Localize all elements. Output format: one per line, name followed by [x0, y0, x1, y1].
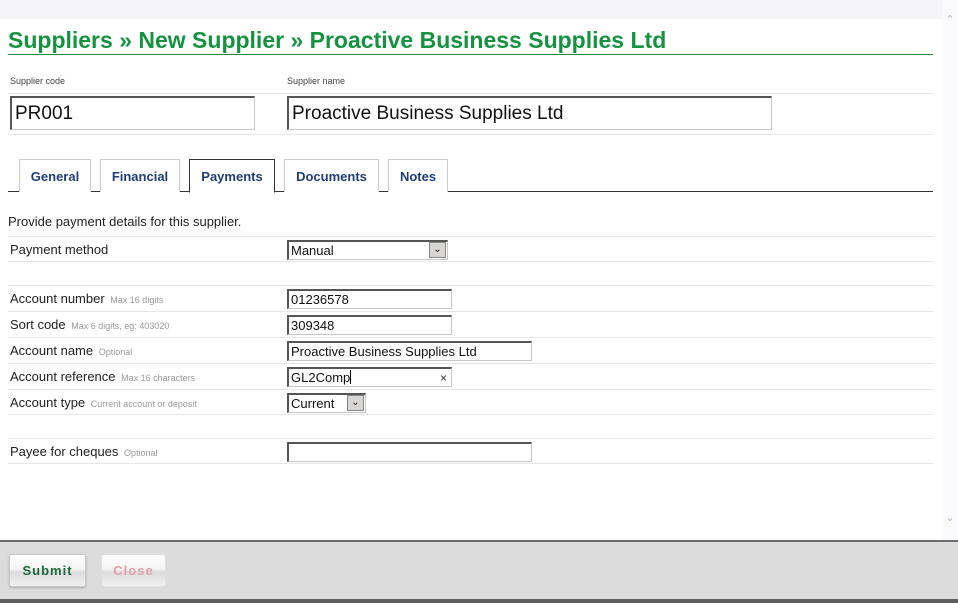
footer-bar: Submit Close: [0, 540, 958, 603]
account-type-row: Account type Current account or deposit …: [8, 389, 933, 415]
account-reference-label-group: Account reference Max 16 characters: [10, 369, 195, 384]
account-type-value: Current: [291, 396, 335, 411]
account-name-row: Account name Optional: [8, 337, 933, 363]
payment-method-label: Payment method: [10, 242, 109, 257]
tab-financial[interactable]: Financial: [100, 159, 180, 192]
vertical-scrollbar[interactable]: ⌃ ⌄: [942, 0, 958, 540]
sort-code-label: Sort code: [10, 317, 66, 332]
account-reference-input[interactable]: GL2Comp ×: [287, 367, 452, 387]
close-button[interactable]: Close: [101, 554, 166, 587]
supplier-code-label: Supplier code: [10, 76, 66, 86]
text-caret: [350, 370, 352, 384]
account-type-select[interactable]: Current ⌄: [287, 393, 366, 413]
tab-general[interactable]: General: [19, 159, 91, 192]
supplier-name-input[interactable]: [287, 96, 772, 130]
payee-label-group: Payee for cheques Optional: [10, 444, 158, 459]
payment-method-row: Payment method Manual ⌄: [8, 236, 933, 262]
account-number-input[interactable]: [287, 289, 452, 309]
tab-payments[interactable]: Payments: [189, 159, 275, 193]
account-name-hint: Optional: [98, 347, 133, 357]
payment-method-value: Manual: [291, 243, 334, 258]
divider: [8, 93, 933, 94]
sort-code-hint: Max 6 digits, eg: 403020: [71, 321, 170, 331]
clear-icon[interactable]: ×: [440, 370, 447, 386]
payee-row: Payee for cheques Optional: [8, 438, 933, 464]
payee-hint: Optional: [124, 448, 158, 458]
account-name-label-group: Account name Optional: [10, 343, 132, 358]
submit-button[interactable]: Submit: [9, 554, 86, 587]
account-type-label: Account type: [10, 395, 86, 410]
supplier-name-label: Supplier name: [287, 76, 346, 86]
sort-code-label-group: Sort code Max 6 digits, eg: 403020: [10, 317, 169, 332]
account-reference-value: GL2Comp: [291, 370, 351, 385]
account-type-hint: Current account or deposit: [90, 399, 197, 409]
account-type-label-group: Account type Current account or deposit: [10, 395, 197, 410]
main-content: Suppliers » New Supplier » Proactive Bus…: [8, 19, 933, 464]
account-number-hint: Max 16 digits: [110, 295, 164, 305]
payee-input[interactable]: [287, 442, 532, 462]
page-title: Suppliers » New Supplier » Proactive Bus…: [8, 19, 933, 55]
account-reference-label: Account reference: [10, 369, 116, 384]
chevron-down-icon[interactable]: ⌄: [429, 242, 446, 258]
payments-intro-text: Provide payment details for this supplie…: [8, 214, 242, 229]
account-name-label: Account name: [10, 343, 94, 358]
chevron-down-icon[interactable]: ⌄: [347, 395, 364, 411]
account-reference-hint: Max 16 characters: [121, 373, 196, 383]
supplier-header-fields: Supplier code Supplier name: [8, 55, 933, 135]
account-name-input[interactable]: [287, 341, 532, 361]
scroll-down-icon[interactable]: ⌄: [942, 511, 958, 525]
scroll-up-icon[interactable]: ⌃: [942, 13, 958, 27]
payee-label: Payee for cheques: [10, 444, 119, 459]
account-number-label: Account number: [10, 291, 105, 306]
tab-bar: General Financial Payments Documents Not…: [8, 135, 933, 193]
tab-notes[interactable]: Notes: [388, 159, 448, 192]
payment-method-select[interactable]: Manual ⌄: [287, 240, 448, 260]
tab-documents[interactable]: Documents: [284, 159, 379, 192]
browser-top-strip: [0, 0, 942, 19]
account-number-row: Account number Max 16 digits: [8, 285, 933, 311]
sort-code-input[interactable]: [287, 315, 452, 335]
account-reference-row: Account reference Max 16 characters GL2C…: [8, 363, 933, 389]
account-number-label-group: Account number Max 16 digits: [10, 291, 163, 306]
footer-bottom-edge: [0, 599, 958, 603]
sort-code-row: Sort code Max 6 digits, eg: 403020: [8, 311, 933, 337]
supplier-code-input[interactable]: [10, 96, 255, 130]
